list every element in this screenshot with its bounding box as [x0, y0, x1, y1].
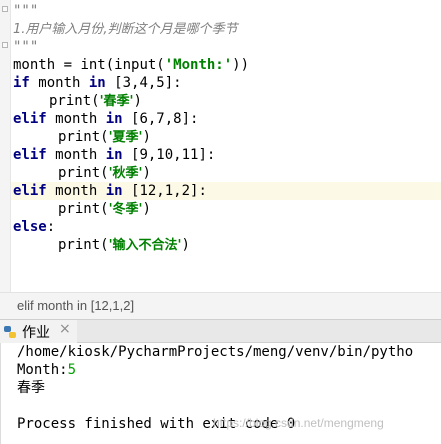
code-token: month	[46, 147, 106, 163]
string-literal: '冬季'	[108, 202, 143, 217]
code-line-11: elif month in [12,1,2]:	[13, 182, 207, 200]
docstring-text: 1.用户输入月份,判断这个月是哪个季节	[13, 22, 238, 37]
console-input-value: 5	[67, 362, 77, 378]
breadcrumb[interactable]: elif month in [12,1,2]	[17, 298, 134, 313]
keyword: in	[88, 75, 106, 91]
string-literal: '输入不合法'	[108, 238, 182, 253]
code-token: [3,4,5]:	[105, 75, 182, 91]
code-token: )	[181, 237, 190, 253]
string-literal: '春季'	[99, 94, 134, 109]
code-token: )	[142, 201, 151, 217]
code-line-2: 1.用户输入月份,判断这个月是哪个季节	[13, 20, 238, 38]
code-token: month	[46, 183, 106, 199]
code-token: )	[142, 129, 151, 145]
code-token: print(	[58, 237, 109, 253]
code-line-7: elif month in [6,7,8]:	[13, 110, 198, 128]
string-literal: 'Month:'	[164, 57, 233, 73]
keyword: in	[105, 147, 123, 163]
code-line-4: month = int(input('Month:'))	[13, 56, 249, 74]
code-token: int(input(	[80, 57, 165, 73]
console-command: /home/kiosk/PycharmProjects/meng/venv/bi…	[17, 344, 414, 360]
string-literal: '秋季'	[108, 166, 143, 181]
code-token: :	[46, 219, 56, 235]
watermark: https://blog.csdn.net/mengmeng	[213, 416, 384, 430]
keyword: elif	[13, 147, 47, 163]
code-token: print(	[58, 201, 109, 217]
code-line-6: print('春季')	[49, 92, 142, 110]
code-token: print(	[49, 93, 100, 109]
code-line-14: print('输入不合法')	[58, 236, 190, 254]
code-token: print(	[58, 129, 109, 145]
console-output: 春季	[17, 380, 45, 396]
code-line-3: """	[13, 39, 39, 55]
code-line-10: print('秋季')	[58, 164, 151, 182]
code-line-12: print('冬季')	[58, 200, 151, 218]
keyword: in	[105, 183, 123, 199]
editor-gutter	[0, 0, 11, 292]
code-line-1: """	[13, 3, 39, 19]
keyword: elif	[13, 111, 47, 127]
code-token: [9,10,11]:	[122, 147, 216, 163]
close-icon[interactable]: ×	[59, 321, 71, 337]
keyword: in	[105, 111, 123, 127]
fold-marker-icon[interactable]	[2, 6, 8, 12]
code-token: )	[142, 165, 151, 181]
breadcrumb-bar: elif month in [12,1,2]	[0, 292, 441, 320]
run-tool-window-tabbar: 作业 ×	[0, 319, 441, 344]
console-prompt-line: Month:5	[17, 361, 76, 379]
code-token: ))	[232, 57, 250, 73]
code-token: month =	[13, 57, 81, 73]
keyword: elif	[13, 183, 47, 199]
string-literal: '夏季'	[108, 130, 143, 145]
keyword: else	[13, 219, 47, 235]
run-tab-label: 作业	[22, 325, 50, 341]
code-line-8: print('夏季')	[58, 128, 151, 146]
code-token: month	[46, 111, 106, 127]
code-line-13: else:	[13, 218, 55, 236]
console-prompt: Month:	[17, 362, 68, 378]
python-icon	[4, 326, 16, 338]
code-line-9: elif month in [9,10,11]:	[13, 146, 215, 164]
code-line-5: if month in [3,4,5]:	[13, 74, 182, 92]
code-token: [6,7,8]:	[122, 111, 199, 127]
code-token: [12,1,2]:	[122, 183, 207, 199]
keyword: if	[13, 75, 30, 91]
code-editor[interactable]: """ 1.用户输入月份,判断这个月是哪个季节 """ month = int(…	[0, 0, 441, 292]
code-token: )	[133, 93, 142, 109]
code-token: month	[29, 75, 89, 91]
fold-marker-icon[interactable]	[2, 42, 8, 48]
run-tab[interactable]: 作业 ×	[0, 320, 77, 344]
code-token: print(	[58, 165, 109, 181]
